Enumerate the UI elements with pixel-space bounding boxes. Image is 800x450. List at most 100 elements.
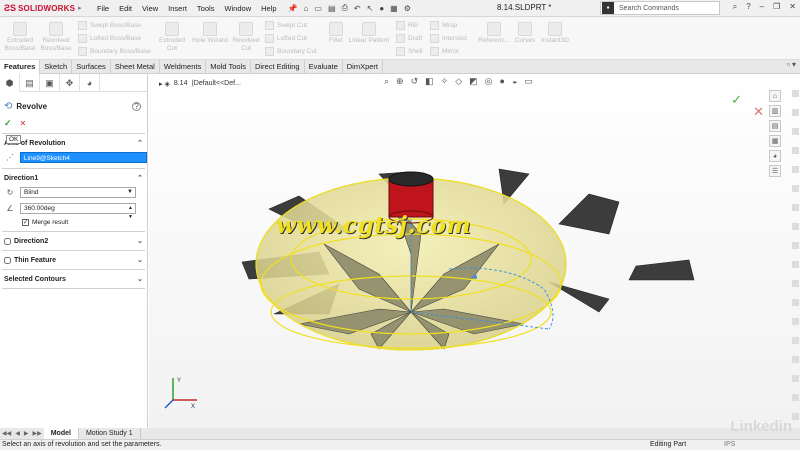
- help-icon[interactable]: ?: [746, 2, 750, 12]
- cancel-button[interactable]: ✕: [20, 119, 27, 128]
- tab-motion-study-1[interactable]: Motion Study 1: [79, 428, 141, 439]
- chevron-down-icon[interactable]: ⌄: [137, 237, 143, 245]
- end-condition-select[interactable]: Blind ▼: [20, 186, 136, 198]
- instant3d-button[interactable]: Instant3D: [538, 22, 572, 45]
- wrap-button[interactable]: Wrap: [430, 21, 457, 30]
- help-icon[interactable]: ?: [132, 101, 141, 111]
- tabs-overflow-icon[interactable]: ▫ ▾: [787, 60, 796, 69]
- search-scope-icon[interactable]: ▪: [602, 2, 614, 14]
- reference-geometry-icon: [487, 22, 501, 36]
- units-indicator[interactable]: IPS: [724, 440, 735, 450]
- close-icon[interactable]: ✕: [789, 2, 796, 12]
- command-manager-ribbon: Extruded Boss/Base Revolved Boss/Base Sw…: [0, 17, 800, 60]
- menu-edit[interactable]: Edit: [114, 4, 137, 13]
- solidworks-logo[interactable]: ƧS SOLIDWORKS ▸: [4, 3, 84, 13]
- tab-weldments[interactable]: Weldments: [160, 60, 207, 74]
- selected-contours-section[interactable]: Selected Contours ⌄: [0, 273, 147, 285]
- revolved-boss-button[interactable]: Revolved Boss/Base: [38, 22, 74, 53]
- print-icon[interactable]: ⎙: [342, 3, 348, 13]
- dimxpert-manager-icon[interactable]: ✥: [60, 74, 80, 92]
- swept-cut-button[interactable]: Swept Cut: [265, 21, 307, 30]
- tab-features[interactable]: Features: [0, 60, 41, 74]
- menu-window[interactable]: Window: [219, 4, 256, 13]
- menu-file[interactable]: File: [92, 4, 114, 13]
- select-icon[interactable]: ↖: [367, 4, 374, 13]
- extruded-boss-button[interactable]: Extruded Boss/Base: [3, 22, 37, 53]
- search-commands[interactable]: ▪ Search Commands: [600, 1, 720, 15]
- graphics-area[interactable]: ▸ ◈ 8.14 (Default<<Def... ⌕ ⊕ ↺ ◧ ✧ ◇ ◩ …: [149, 74, 800, 428]
- open-icon[interactable]: ▤: [328, 4, 336, 13]
- feature-manager-icon[interactable]: ⬢: [0, 74, 20, 92]
- tab-dimxpert[interactable]: DimXpert: [343, 60, 384, 74]
- linear-pattern-button[interactable]: Linear Pattern: [346, 22, 392, 45]
- new-document-icon[interactable]: ▭: [314, 4, 322, 13]
- rib-button[interactable]: Rib: [396, 21, 418, 30]
- swept-boss-button[interactable]: Swept Boss/Base: [78, 21, 141, 30]
- pin-icon[interactable]: 📌: [288, 4, 298, 13]
- tab-mold-tools[interactable]: Mold Tools: [206, 60, 251, 74]
- rebuild-icon[interactable]: ●: [379, 4, 384, 13]
- spinner-icon[interactable]: ▲ ▼: [128, 204, 133, 222]
- undo-icon[interactable]: ↶: [354, 4, 361, 13]
- direction1-section[interactable]: Direction1 ⌃: [0, 172, 147, 184]
- boundary-cut-button[interactable]: Boundary Cut: [265, 47, 317, 56]
- mirror-button[interactable]: Mirror: [430, 47, 459, 56]
- thin-feature-section[interactable]: Thin Feature ⌄: [0, 254, 147, 266]
- minimize-icon[interactable]: –: [760, 2, 764, 12]
- draft-button[interactable]: Draft: [396, 34, 422, 43]
- first-tab-icon[interactable]: ◀◀: [0, 430, 13, 437]
- last-tab-icon[interactable]: ▶▶: [30, 430, 43, 437]
- menu-tools[interactable]: Tools: [192, 4, 220, 13]
- tab-evaluate[interactable]: Evaluate: [305, 60, 343, 74]
- options-icon[interactable]: ⚙: [404, 4, 411, 13]
- tab-direct-editing[interactable]: Direct Editing: [251, 60, 305, 74]
- display-manager-icon[interactable]: ◕: [80, 74, 100, 92]
- linkedin-watermark: Linkedin: [730, 418, 792, 435]
- axis-of-revolution-section[interactable]: Axis of Revolution ⌃: [0, 137, 147, 149]
- extruded-cut-icon: [165, 22, 179, 36]
- angle-input[interactable]: 360.00deg ▲ ▼: [20, 202, 136, 220]
- menu-insert[interactable]: Insert: [163, 4, 192, 13]
- merge-result-checkbox[interactable]: ✓: [22, 218, 29, 226]
- tab-surfaces[interactable]: Surfaces: [72, 60, 111, 74]
- fillet-button[interactable]: Fillet: [324, 22, 348, 45]
- chevron-up-icon[interactable]: ⌃: [137, 139, 143, 147]
- restore-icon[interactable]: ❐: [773, 2, 780, 12]
- chevron-right-icon[interactable]: ▸: [78, 4, 82, 12]
- ok-button[interactable]: ✓: [4, 118, 12, 129]
- boundary-boss-button[interactable]: Boundary Boss/Base: [78, 47, 151, 56]
- ok-tooltip: OK: [6, 135, 22, 144]
- command-tabs: Features Sketch Surfaces Sheet Metal Wel…: [0, 60, 800, 74]
- reverse-direction-icon[interactable]: ↻: [4, 186, 16, 198]
- lofted-boss-button[interactable]: Lofted Boss/Base: [78, 34, 141, 43]
- direction2-section[interactable]: Direction2 ⌄: [0, 235, 147, 247]
- lofted-cut-button[interactable]: Lofted Cut: [265, 34, 307, 43]
- menu-view[interactable]: View: [137, 4, 163, 13]
- hole-wizard-button[interactable]: Hole Wizard: [190, 22, 230, 45]
- curves-button[interactable]: Curves: [512, 22, 538, 45]
- extruded-cut-button[interactable]: Extruded Cut: [156, 22, 188, 53]
- prev-tab-icon[interactable]: ◀: [13, 430, 22, 437]
- axis-selection-field[interactable]: Line9@Sketch4: [19, 151, 147, 163]
- shell-button[interactable]: Shell: [396, 47, 422, 56]
- configuration-manager-icon[interactable]: ▣: [40, 74, 60, 92]
- chevron-up-icon[interactable]: ⌃: [137, 174, 143, 182]
- tab-sheet-metal[interactable]: Sheet Metal: [111, 60, 160, 74]
- direction2-checkbox[interactable]: [4, 237, 11, 245]
- next-tab-icon[interactable]: ▶: [22, 430, 31, 437]
- thin-feature-checkbox[interactable]: [4, 256, 11, 264]
- intersect-button[interactable]: Intersect: [430, 34, 467, 43]
- reference-geometry-button[interactable]: Referenc...: [474, 22, 514, 45]
- chevron-down-icon[interactable]: ⌄: [137, 256, 143, 264]
- chevron-down-icon[interactable]: ⌄: [137, 275, 143, 283]
- tab-sketch[interactable]: Sketch: [40, 60, 73, 74]
- tab-model[interactable]: Model: [43, 428, 79, 439]
- revolve-preview-model[interactable]: [149, 74, 800, 428]
- revolved-cut-button[interactable]: Revolved Cut: [230, 22, 262, 53]
- home-icon[interactable]: ⌂: [304, 4, 309, 13]
- property-manager-icon[interactable]: ▤: [20, 74, 40, 92]
- menu-help[interactable]: Help: [256, 4, 281, 13]
- file-properties-icon[interactable]: ▦: [390, 4, 398, 13]
- search-input[interactable]: Search Commands: [619, 5, 679, 12]
- search-icon[interactable]: ⌕: [733, 2, 737, 12]
